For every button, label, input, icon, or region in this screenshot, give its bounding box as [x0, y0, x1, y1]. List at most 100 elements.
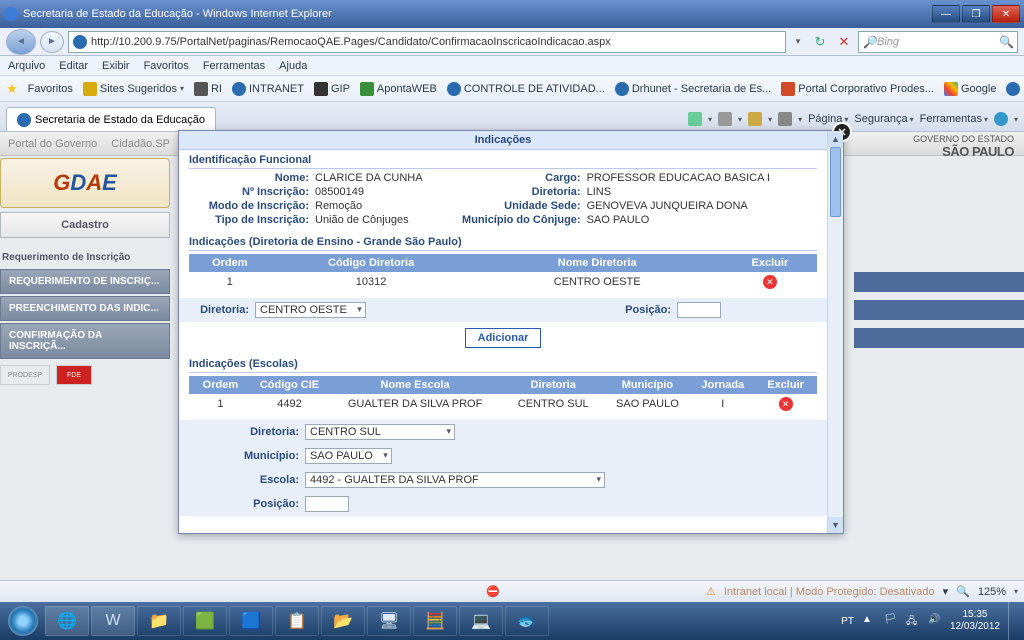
taskbar-word[interactable]: W — [91, 606, 135, 636]
menu-arquivo[interactable]: Arquivo — [8, 60, 45, 72]
select-esc-diretoria[interactable]: CENTRO SUL — [305, 424, 455, 440]
section-escolas: Indicações (Escolas) — [189, 358, 817, 373]
taskbar-app4[interactable]: 📂 — [321, 606, 365, 636]
taskbar-app1[interactable]: 🟩 — [183, 606, 227, 636]
th-nome-diretoria: Nome Diretoria — [472, 254, 723, 272]
security-menu[interactable]: Segurança▾ — [854, 113, 913, 125]
tray-volume-icon[interactable]: 🔊 — [928, 614, 942, 628]
menu-exibir[interactable]: Exibir — [102, 60, 130, 72]
table-escolas: Ordem Código CIE Nome Escola Diretoria M… — [189, 376, 817, 414]
close-button[interactable]: ✕ — [992, 5, 1020, 23]
fav-apontaweb[interactable]: ApontaWEB — [360, 82, 437, 96]
tray-flag-icon[interactable]: 🏳 — [884, 614, 898, 628]
menu-bar: Arquivo Editar Exibir Favoritos Ferramen… — [0, 56, 1024, 76]
label-esc-diretoria: Diretoria: — [189, 426, 299, 438]
fav-simples[interactable]: simples — [1006, 82, 1024, 96]
scroll-up-icon[interactable]: ▲ — [828, 131, 843, 147]
menu-ajuda[interactable]: Ajuda — [279, 60, 307, 72]
zoom-menu[interactable]: ▾ — [1014, 587, 1018, 596]
fav-drhunet[interactable]: Drhunet - Secretaria de Es... — [615, 82, 771, 96]
label-unidade: Unidade Sede: — [441, 200, 581, 212]
search-button-icon[interactable]: 🔍 — [999, 35, 1013, 49]
esc-nome: GUALTER DA SILVA PROF — [327, 394, 503, 414]
security-zone: Intranet local | Modo Protegido: Desativ… — [724, 586, 935, 598]
clock[interactable]: 15:35 12/03/2012 — [950, 609, 1000, 633]
lang-indicator[interactable]: PT — [841, 616, 854, 627]
fav-controle[interactable]: CONTROLE DE ATIVIDAD... — [447, 82, 605, 96]
site-icon — [73, 35, 87, 49]
print-icon[interactable] — [778, 112, 792, 126]
mail-icon[interactable] — [748, 112, 762, 126]
favorites-label[interactable]: Favoritos — [28, 83, 73, 95]
sidebar-preenchimento[interactable]: PREENCHIMENTO DAS INDIC... — [0, 296, 170, 321]
sidebar-confirmacao[interactable]: CONFIRMAÇÃO DA INSCRIÇÃ... — [0, 323, 170, 359]
window-titlebar: Secretaria de Estado da Educação - Windo… — [0, 0, 1024, 28]
home-icon[interactable] — [688, 112, 702, 126]
select-esc-escola[interactable]: 4492 - GUALTER DA SILVA PROF — [305, 472, 605, 488]
modal-scrollbar[interactable]: ▲ ▼ — [827, 131, 843, 533]
window-title: Secretaria de Estado da Educação - Windo… — [23, 8, 332, 20]
scroll-thumb[interactable] — [830, 147, 841, 217]
feed-icon[interactable] — [718, 112, 732, 126]
value-municipio-conjuge: SAO PAULO — [587, 214, 770, 226]
minimize-button[interactable]: — — [932, 5, 960, 23]
menu-ferramentas[interactable]: Ferramentas — [203, 60, 265, 72]
fav-gip[interactable]: GIP — [314, 82, 350, 96]
stop-button[interactable]: ✕ — [834, 32, 854, 52]
tab-bar: Secretaria de Estado da Educação ▾ ▾ ▾ ▾… — [0, 102, 1024, 132]
dir-nome: CENTRO OESTE — [472, 272, 723, 292]
select-esc-municipio[interactable]: SAO PAULO — [305, 448, 392, 464]
menu-editar[interactable]: Editar — [59, 60, 88, 72]
esc-codigo: 4492 — [252, 394, 327, 414]
zoom-value: 125% — [978, 586, 1006, 598]
section-diretoria: Indicações (Diretoria de Ensino - Grande… — [189, 236, 817, 251]
th-codigo-diretoria: Código Diretoria — [271, 254, 472, 272]
scroll-down-icon[interactable]: ▼ — [828, 517, 843, 533]
adicionar-button[interactable]: Adicionar — [465, 328, 542, 348]
fav-google[interactable]: Google — [944, 82, 996, 96]
taskbar-ie[interactable]: 🌐 — [45, 606, 89, 636]
favorites-star-icon[interactable]: ★ — [6, 81, 18, 97]
menu-favoritos[interactable]: Favoritos — [144, 60, 189, 72]
help-icon[interactable] — [994, 112, 1008, 126]
dir-delete-icon[interactable]: ✕ — [763, 275, 777, 289]
address-dropdown[interactable]: ▾ — [790, 36, 806, 47]
zoom-dropdown-icon[interactable]: ▾ — [943, 585, 949, 598]
back-button[interactable]: ◄ — [6, 29, 36, 55]
taskbar-app5[interactable]: 🖥 — [367, 606, 411, 636]
dir-codigo: 10312 — [271, 272, 472, 292]
active-tab[interactable]: Secretaria de Estado da Educação — [6, 107, 216, 131]
tray-network-icon[interactable]: 🖧 — [906, 614, 920, 628]
taskbar-calc[interactable]: 🧮 — [413, 606, 457, 636]
tray-icon-1[interactable]: ▲ — [862, 614, 876, 628]
forward-button[interactable]: ► — [40, 31, 64, 53]
sidebar-cadastro[interactable]: Cadastro — [0, 212, 170, 238]
fav-sites-sugeridos[interactable]: Sites Sugeridos▾ — [83, 82, 184, 96]
bg-bar-2 — [854, 300, 1024, 320]
taskbar-app7[interactable]: 🐟 — [505, 606, 549, 636]
taskbar-app2[interactable]: 🟦 — [229, 606, 273, 636]
fav-ri[interactable]: RI — [194, 82, 222, 96]
refresh-button[interactable]: ↻ — [810, 32, 830, 52]
link-portal-governo[interactable]: Portal do Governo — [8, 138, 97, 150]
taskbar-app3[interactable]: 📋 — [275, 606, 319, 636]
taskbar-explorer[interactable]: 📁 — [137, 606, 181, 636]
zoom-icon[interactable]: 🔍 — [956, 585, 970, 598]
fav-portal-prodesp[interactable]: Portal Corporativo Prodes... — [781, 82, 934, 96]
sidebar-requerimento[interactable]: REQUERIMENTO DE INSCRIÇ... — [0, 269, 170, 294]
maximize-button[interactable]: ❐ — [962, 5, 990, 23]
esc-delete-icon[interactable]: ✕ — [779, 397, 793, 411]
select-diretoria[interactable]: CENTRO OESTE — [255, 302, 366, 318]
fav-intranet[interactable]: INTRANET — [232, 82, 304, 96]
input-posicao-diretoria[interactable] — [677, 302, 721, 318]
input-posicao-escola[interactable] — [305, 496, 349, 512]
show-desktop-button[interactable] — [1008, 602, 1018, 640]
link-cidadao-sp[interactable]: Cidadão.SP — [111, 138, 170, 150]
start-button[interactable] — [2, 602, 44, 640]
address-bar[interactable]: http://10.200.9.75/PortalNet/paginas/Rem… — [68, 31, 786, 53]
value-nome: CLARICE DA CUNHA — [315, 172, 423, 184]
popup-blocked-icon[interactable]: ⛔ — [486, 585, 500, 598]
search-box[interactable]: 🔎 Bing 🔍 — [858, 31, 1018, 53]
tools-menu[interactable]: Ferramentas▾ — [920, 113, 988, 125]
taskbar-app6[interactable]: 💻 — [459, 606, 503, 636]
